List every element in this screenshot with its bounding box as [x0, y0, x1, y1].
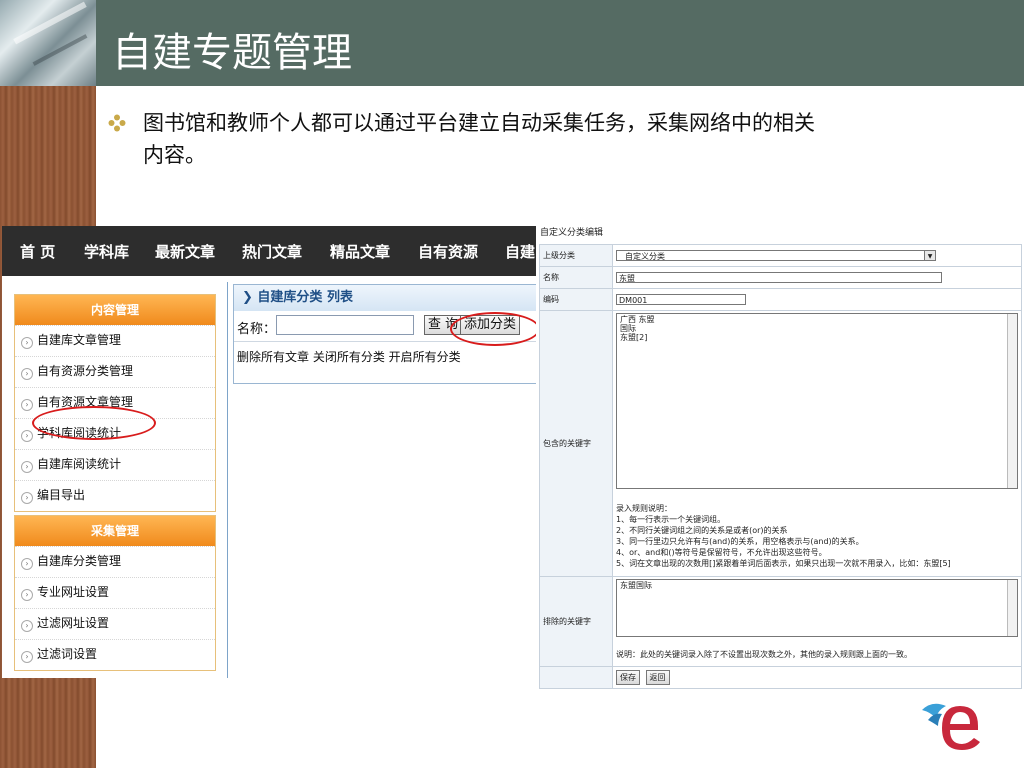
sidebar-item-label: 自建库分类管理 [37, 554, 122, 568]
bullet-line: 内容。 [143, 143, 206, 167]
sidebar-item[interactable]: › 自建库分类管理 [15, 546, 215, 577]
chevron-right-icon: › [21, 651, 33, 663]
sidebar-item-label: 自建库阅读统计 [37, 457, 122, 471]
header-photo [0, 0, 96, 86]
category-edit-screenshot: 自定义分类编辑 上级分类 自定义分类 ▼ 名称 东盟 编码 DM001 包含的关键… [538, 222, 1024, 700]
exclude-label: 排除的关键字 [539, 576, 613, 667]
form-title: 自定义分类编辑 [540, 228, 604, 238]
highlight-ellipse [32, 406, 156, 440]
collection-management-panel: 采集管理 › 自建库分类管理 › 专业网址设置 › 过滤网址设置 › 过滤词设置 [14, 515, 216, 671]
chevron-right-icon: › [21, 337, 33, 349]
bullet-line: 图书馆和教师个人都可以通过平台建立自动采集任务，采集网络中的相关 [143, 111, 815, 135]
scrollbar[interactable] [1007, 314, 1017, 488]
list-header: ❯ 自建库分类 列表 [234, 285, 536, 311]
exclude-note: 说明：此处的关键词录入除了不设置出现次数之外，其他的录入规则跟上面的一致。 [616, 650, 912, 659]
include-keyword-line: 国际 [620, 324, 636, 333]
chevron-right-icon: › [21, 589, 33, 601]
parent-category-select[interactable]: 自定义分类 ▼ [616, 250, 936, 261]
highlight-ellipse [450, 312, 536, 346]
sidebar-item-label: 编目导出 [37, 488, 86, 502]
slide-title: 自建专题管理 [112, 30, 352, 76]
bullet-text: 图书馆和教师个人都可以通过平台建立自动采集任务，采集网络中的相关 内容。 [143, 107, 983, 171]
include-keyword-line: 东盟[2] [620, 333, 648, 342]
sidebar-item-label: 自有资源分类管理 [37, 364, 134, 378]
sidebar-item[interactable]: › 自建库阅读统计 [15, 449, 215, 480]
scrollbar[interactable] [1007, 580, 1017, 636]
panel-title: 采集管理 [15, 516, 215, 546]
diamond-bullet-icon [108, 114, 126, 132]
nav-self-built[interactable]: 自建 [505, 241, 535, 262]
chevron-right-icon: › [21, 461, 33, 473]
sidebar: 内容管理 › 自建库文章管理 › 自有资源分类管理 › 自有资源文章管理 › 学科库阅读… [2, 282, 228, 678]
sidebar-item-label: 自建库文章管理 [37, 333, 122, 347]
sidebar-item[interactable]: › 编目导出 [15, 480, 215, 511]
chevron-right-icon: › [21, 368, 33, 380]
back-button[interactable]: 返回 [645, 670, 670, 685]
content-management-panel: 内容管理 › 自建库文章管理 › 自有资源分类管理 › 自有资源文章管理 › 学科库阅读… [14, 294, 216, 512]
nav-home[interactable]: 首 页 [20, 241, 55, 262]
management-screenshot: 首 页 学科库 最新文章 热门文章 精品文章 自有资源 自建 内容管理 › 自建库… [2, 226, 536, 678]
name-search-input[interactable] [276, 315, 414, 335]
top-nav-bar: 首 页 学科库 最新文章 热门文章 精品文章 自有资源 自建 [2, 226, 536, 276]
rule-line: 4、or、and和()等符号是保留符号，不允许出现这些符号。 [616, 548, 827, 557]
chevron-right-icon: › [21, 492, 33, 504]
chevron-right-icon: › [21, 558, 33, 570]
parent-category-value: 自定义分类 [625, 252, 665, 261]
panel-title: 内容管理 [15, 295, 215, 325]
chevron-right-icon: › [21, 430, 33, 442]
chevron-right-icon: › [21, 620, 33, 632]
rule-line: 录入规则说明： [616, 504, 672, 513]
sidebar-item-label: 专业网址设置 [37, 585, 110, 599]
nav-own-resources[interactable]: 自有资源 [418, 241, 478, 262]
parent-label: 上级分类 [539, 244, 613, 267]
sidebar-item[interactable]: › 过滤词设置 [15, 639, 215, 670]
list-header-label: 自建库分类 列表 [257, 290, 353, 305]
chevron-right-icon: › [21, 399, 33, 411]
empty-cell [539, 666, 613, 689]
name-label: 名称 [539, 266, 613, 289]
exclude-keywords-textarea[interactable]: 东盟国际 [616, 579, 1018, 637]
save-button[interactable]: 保存 [616, 670, 640, 685]
code-field[interactable]: DM001 [616, 294, 746, 305]
nav-featured-articles[interactable]: 精品文章 [330, 241, 390, 262]
input-rules: 录入规则说明： 1、每一行表示一个关键词组。 2、不同行关键词组之间的关系是或者… [616, 503, 1018, 569]
rule-line: 2、不同行关键词组之间的关系是或者(or)的关系 [616, 526, 788, 535]
sidebar-item-label: 过滤词设置 [37, 647, 98, 661]
sidebar-item-label: 过滤网址设置 [37, 616, 110, 630]
nav-hot-articles[interactable]: 热门文章 [242, 241, 302, 262]
photo-streak [32, 34, 88, 66]
nav-latest-articles[interactable]: 最新文章 [155, 241, 215, 262]
sidebar-item[interactable]: › 专业网址设置 [15, 577, 215, 608]
sidebar-item[interactable]: › 自建库文章管理 [15, 325, 215, 356]
edit-form: 上级分类 自定义分类 ▼ 名称 东盟 编码 DM001 包含的关键字 广西 东盟 … [539, 244, 1022, 689]
include-keywords-textarea[interactable]: 广西 东盟 国际 东盟[2] [616, 313, 1018, 489]
rule-line: 1、每一行表示一个关键词组。 [616, 515, 726, 524]
sidebar-item[interactable]: › 自有资源分类管理 [15, 356, 215, 387]
rule-line: 5、词在文章出现的次数用[]紧跟着单词后面表示，如果只出现一次就不用录入，比如：… [616, 559, 951, 568]
include-keyword-line: 广西 东盟 [620, 315, 655, 324]
sidebar-item[interactable]: › 过滤网址设置 [15, 608, 215, 639]
chevron-right-icon: ❯ [242, 290, 258, 305]
code-label: 编码 [539, 288, 613, 311]
nav-subject-library[interactable]: 学科库 [84, 241, 129, 262]
name-field[interactable]: 东盟 [616, 272, 942, 283]
exclude-keyword-line: 东盟国际 [620, 581, 652, 590]
include-label: 包含的关键字 [539, 310, 613, 577]
dropdown-arrow-icon: ▼ [924, 251, 935, 260]
search-label: 名称： [237, 322, 277, 337]
rule-line: 3、同一行里边只允许有与(and)的关系，用空格表示与(and)的关系。 [616, 537, 864, 546]
bulk-actions[interactable]: 删除所有文章 关闭所有分类 开启所有分类 [234, 342, 536, 371]
brand-logo-icon [922, 703, 980, 750]
